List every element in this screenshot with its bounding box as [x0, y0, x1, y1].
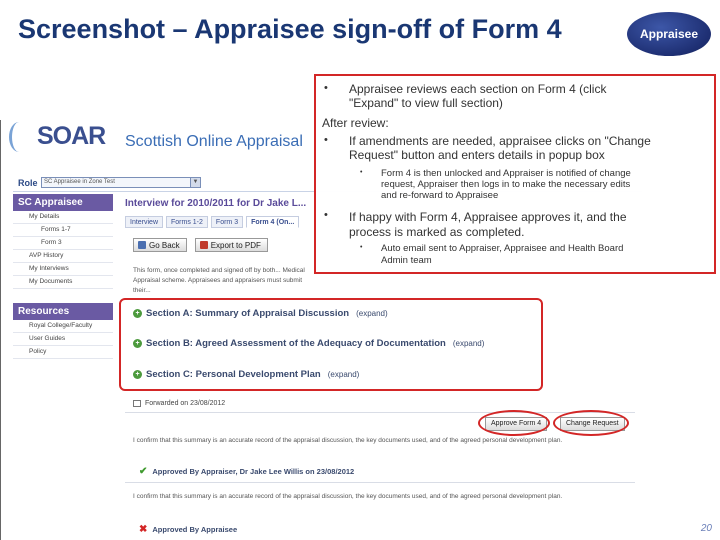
soar-logo: SOAR: [37, 122, 106, 150]
section-b-expand-link[interactable]: (expand): [453, 339, 485, 348]
callout-b2a-line1: Form 4 is then unlocked and Appraiser is…: [381, 168, 631, 179]
confirm-text-2: I confirm that this summary is an accura…: [133, 493, 563, 500]
divider: [125, 412, 635, 413]
bullet-dot: •: [324, 134, 328, 146]
approved-by-appraisee-text: Approved By Appraisee: [152, 525, 238, 534]
section-c-row[interactable]: + Section C: Personal Development Plan (…: [133, 369, 359, 380]
check-icon: ✔: [139, 466, 148, 477]
confirm-text-1: I confirm that this summary is an accura…: [133, 437, 563, 444]
approved-by-appraiser-text: Approved By Appraiser, Dr Jake Lee Willi…: [152, 467, 355, 476]
section-a-row[interactable]: + Section A: Summary of Appraisal Discus…: [133, 308, 388, 319]
callout-b2a-line3: and re-forward to Appraisee: [381, 190, 499, 201]
approved-by-appraisee: ✖ Approved By Appraisee: [139, 524, 237, 535]
sidebar-item-avp-history[interactable]: AVP History: [13, 250, 113, 263]
slide-title: Screenshot – Appraisee sign-off of Form …: [18, 14, 562, 44]
form-tabs: Interview Forms 1-2 Form 3 Form 4 (On...: [125, 216, 300, 228]
section-c-expand-link[interactable]: (expand): [328, 370, 360, 379]
toolbar: Go Back Export to PDF: [133, 238, 268, 252]
sidebar-item-royal-college[interactable]: Royal College/Faculty: [13, 320, 113, 333]
go-back-button[interactable]: Go Back: [133, 238, 187, 252]
instructions-callout: • Appraisee reviews each section on Form…: [314, 74, 716, 274]
callout-b3-line2: process is marked as completed.: [349, 225, 525, 239]
sidebar-item-my-documents[interactable]: My Documents: [13, 276, 113, 289]
go-back-label: Go Back: [149, 240, 180, 250]
callout-after-review: After review:: [322, 116, 389, 130]
section-plus-icon: +: [133, 309, 142, 318]
pdf-icon: [199, 241, 208, 249]
role-label: Role: [18, 178, 38, 188]
sidebar-item-policy[interactable]: Policy: [13, 346, 113, 359]
bullet-dot: •: [360, 244, 363, 251]
callout-b2a-line2: request, Appraiser then logs in to make …: [381, 179, 631, 190]
chevron-down-icon: ▼: [190, 178, 200, 187]
export-pdf-label: Export to PDF: [210, 240, 261, 250]
sidebar-item-my-interviews[interactable]: My Interviews: [13, 263, 113, 276]
section-b-label: Section B: Agreed Assessment of the Adeq…: [146, 338, 446, 349]
approved-by-appraiser: ✔ Approved By Appraiser, Dr Jake Lee Wil…: [139, 466, 354, 477]
callout-b2-line1: If amendments are needed, appraisee clic…: [349, 134, 651, 148]
tab-form-3[interactable]: Form 3: [210, 216, 244, 228]
app-subtitle: Scottish Online Appraisal: [125, 133, 303, 150]
section-plus-icon: +: [133, 370, 142, 379]
section-plus-icon: +: [133, 339, 142, 348]
sidebar-header: SC Appraisee: [13, 194, 113, 211]
tab-forms-1-2[interactable]: Forms 1-2: [166, 216, 208, 228]
logo-arc-icon: [9, 122, 29, 152]
sidebar-item-user-guides[interactable]: User Guides: [13, 333, 113, 346]
divider: [125, 482, 635, 483]
callout-b1-line1: Appraisee reviews each section on Form 4…: [349, 82, 607, 96]
export-pdf-button[interactable]: Export to PDF: [194, 238, 268, 252]
role-select-value: SC Appraisee in Zone Test: [44, 179, 115, 185]
role-badge: Appraisee: [627, 12, 711, 56]
resources-header: Resources: [13, 303, 113, 320]
sidebar-item-form-3[interactable]: Form 3: [13, 237, 113, 250]
section-c-label: Section C: Personal Development Plan: [146, 369, 321, 380]
cross-icon: ✖: [139, 524, 148, 535]
bullet-dot: •: [324, 82, 328, 94]
sidebar-item-my-details[interactable]: My Details: [13, 211, 113, 224]
section-a-label: Section A: Summary of Appraisal Discussi…: [146, 308, 350, 319]
callout-b3a-line1: Auto email sent to Appraiser, Appraisee …: [381, 243, 624, 254]
callout-b3-line1: If happy with Form 4, Appraisee approves…: [349, 210, 627, 224]
bullet-dot: •: [324, 209, 328, 221]
forwarded-note: Forwarded on 23/08/2012: [133, 400, 225, 407]
section-b-row[interactable]: + Section B: Agreed Assessment of the Ad…: [133, 338, 484, 349]
tab-interview[interactable]: Interview: [125, 216, 164, 228]
section-a-expand-link[interactable]: (expand): [356, 309, 388, 318]
bullet-dot: •: [360, 169, 363, 176]
approve-highlight-ring: [478, 410, 550, 436]
sidebar-item-forms[interactable]: Forms 1-7: [13, 224, 113, 237]
callout-b2-line2: Request" button and enters details in po…: [349, 148, 605, 162]
callout-b3a-line2: Admin team: [381, 255, 432, 266]
back-arrow-icon: [138, 241, 146, 249]
forwarded-text: Forwarded on 23/08/2012: [145, 400, 226, 407]
role-select[interactable]: SC Appraisee in Zone Test ▼: [41, 177, 201, 188]
tab-form-4[interactable]: Form 4 (On...: [246, 216, 300, 228]
sidebar: SC Appraisee My Details Forms 1-7 Form 3…: [13, 194, 113, 540]
page-number: 20: [700, 523, 712, 534]
callout-b1-line2: "Expand" to view full section): [349, 96, 503, 110]
intro-text: This form, once completed and signed off…: [133, 267, 305, 294]
change-request-highlight-ring: [553, 410, 629, 436]
envelope-icon: [133, 400, 141, 407]
